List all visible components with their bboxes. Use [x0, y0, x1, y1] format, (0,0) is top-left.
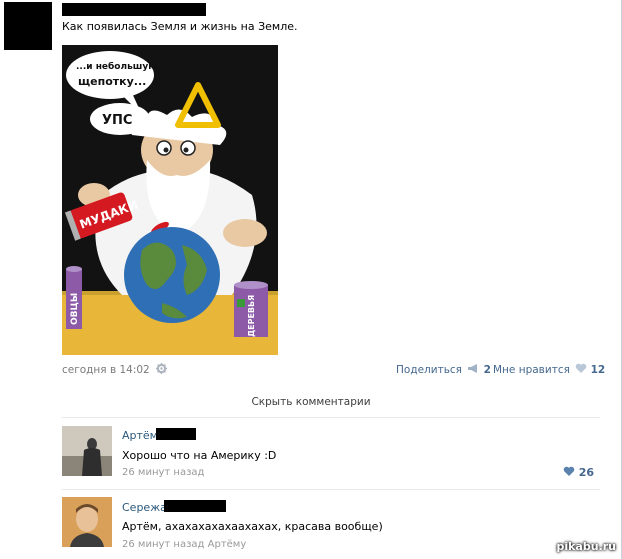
comment-time[interactable]: 26 минут назад — [122, 467, 204, 478]
hide-comments-link[interactable]: Скрыть комментарии — [0, 396, 622, 408]
comment-author-surname-redacted[interactable] — [164, 500, 226, 512]
post-time-text[interactable]: сегодня в 14:02 — [62, 364, 150, 376]
comment-time-row: 26 минут назад Артёму — [122, 539, 246, 550]
post-author-redacted[interactable] — [62, 3, 206, 16]
comic-illustration: МУДАКИ ОВЦЫ ДЕРЕВЬЯ ...и небольшую щепот… — [62, 45, 278, 355]
like-label[interactable]: Мне нравится — [493, 364, 570, 376]
bubble-line1: ...и небольшую — [76, 61, 157, 72]
comment-text: Артём, ахахахахахаахахах, красава вообще… — [122, 520, 383, 533]
avatar-photo — [62, 497, 112, 547]
comment-text: Хорошо что на Америку :D — [122, 449, 277, 462]
like-button[interactable]: Мне нравится 12 — [493, 363, 605, 376]
separator — [62, 417, 600, 418]
share-count: 2 — [483, 364, 491, 376]
comment-time[interactable]: 26 минут назад — [122, 539, 204, 550]
can-left-label: ОВЦЫ — [70, 293, 80, 325]
comment-author-name[interactable]: Артём — [122, 429, 158, 442]
like-count: 12 — [590, 364, 606, 376]
post-time[interactable]: сегодня в 14:02 — [62, 363, 168, 376]
watermark: pikabu.ru — [556, 540, 616, 553]
bubble-line2: щепотку... — [78, 75, 146, 88]
megaphone-icon — [468, 364, 478, 373]
heart-icon — [575, 363, 587, 373]
can-right-label: ДЕРЕВЬЯ — [247, 295, 256, 337]
post-text: Как появилась Земля и жизнь на Земле. — [62, 20, 298, 33]
comment-like-button[interactable]: 26 — [563, 466, 594, 479]
separator — [62, 489, 600, 490]
comment-reply-to[interactable]: Артёму — [208, 539, 247, 550]
heart-icon — [563, 466, 575, 476]
comment-like-count: 26 — [578, 466, 594, 479]
share-label[interactable]: Поделиться — [396, 364, 462, 376]
gear-icon[interactable] — [156, 363, 168, 374]
comment-avatar[interactable] — [62, 426, 112, 476]
oops-text: УПС — [102, 113, 132, 128]
post-image[interactable]: МУДАКИ ОВЦЫ ДЕРЕВЬЯ ...и небольшую щепот… — [62, 45, 278, 355]
avatar-photo — [62, 426, 112, 476]
comment-author-name[interactable]: Сережа — [122, 501, 167, 514]
comment-author-surname-redacted[interactable] — [156, 428, 196, 440]
comment-avatar[interactable] — [62, 497, 112, 547]
post-avatar[interactable] — [4, 2, 52, 50]
share-button[interactable]: Поделиться 2 — [396, 363, 491, 376]
